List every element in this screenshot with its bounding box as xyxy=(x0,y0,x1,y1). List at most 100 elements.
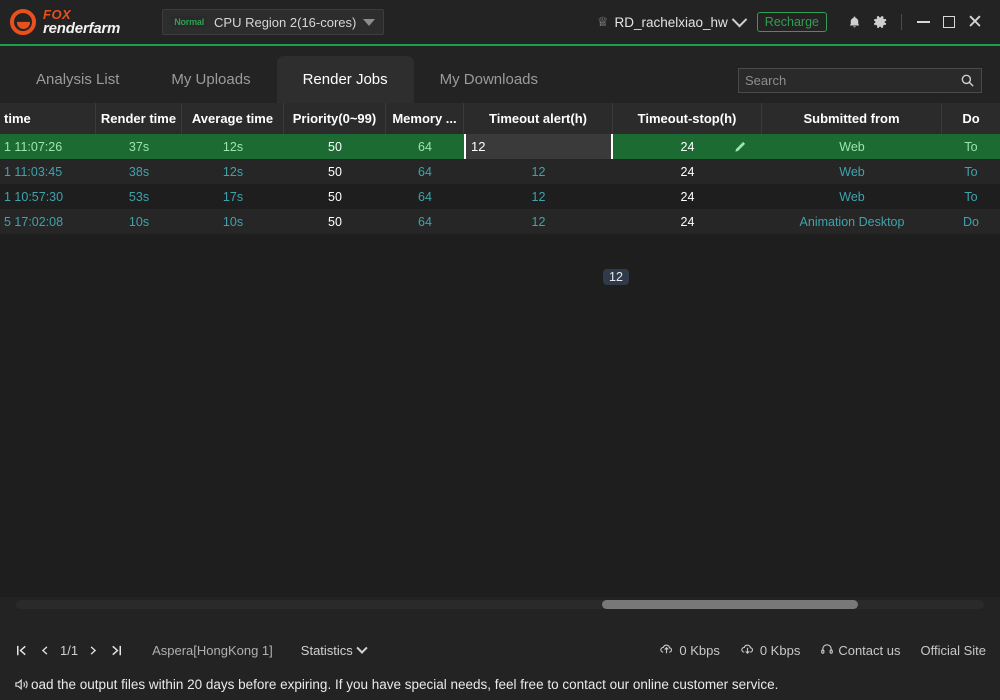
cell-time: 1 10:57:30 xyxy=(4,189,64,204)
cell-memory: 64 xyxy=(418,214,432,229)
region-label: CPU Region 2(16-cores) xyxy=(214,14,357,30)
chevron-down-icon xyxy=(731,11,748,27)
download-rate: 0 Kbps xyxy=(740,642,800,659)
cell-timeout_alert[interactable]: 12 xyxy=(464,184,613,209)
cell-timeout_stop[interactable]: 24 xyxy=(613,159,762,184)
titlebar-right-group: ♕ RD_rachelxiao_hw Recharge ✕ xyxy=(597,9,1000,35)
cell-timeout_stop[interactable]: 24 xyxy=(613,184,762,209)
column-header-time[interactable]: time xyxy=(0,103,96,134)
notifications-bell-icon[interactable] xyxy=(841,9,867,35)
table-row[interactable]: 5 17:02:08 10s 10s 50 64 12 24 Animation Deskto… xyxy=(0,209,1000,234)
tab-my-uploads[interactable]: My Uploads xyxy=(145,56,276,103)
download-rate-value: 0 Kbps xyxy=(759,643,801,658)
column-header-priority[interactable]: Priority(0~99) xyxy=(284,103,386,134)
brand-name-bottom: renderfarm xyxy=(43,19,121,37)
cell-timeout_stop[interactable]: 24 xyxy=(613,209,762,234)
previous-page-icon[interactable] xyxy=(38,643,51,658)
search-box[interactable] xyxy=(738,68,982,93)
close-button[interactable]: ✕ xyxy=(962,9,988,35)
speaker-icon[interactable] xyxy=(14,677,31,692)
table-body: 1 11:07:26 37s 12s 50 64 24 Web To 1 11:03:45 38s… xyxy=(0,134,1000,234)
column-header-do[interactable]: Do xyxy=(942,103,1000,134)
value-tooltip: 12 xyxy=(603,269,629,285)
cell-render_time: 38s xyxy=(128,164,150,179)
cell-priority: 50 xyxy=(328,139,342,154)
crown-icon: ♕ xyxy=(596,14,609,29)
cell-timeout_alert[interactable]: 12 xyxy=(464,209,613,234)
column-header-timeout_stop[interactable]: Timeout-stop(h) xyxy=(613,103,762,134)
app-window: FOX renderfarm Normal CPU Region 2(16-co… xyxy=(0,0,1000,700)
pagination-controls: 1/1 xyxy=(14,643,124,658)
cell-priority: 50 xyxy=(328,214,342,229)
cell-average_time: 12s xyxy=(222,164,244,179)
cell-do: To xyxy=(964,189,978,204)
minimize-icon xyxy=(916,21,930,23)
maximize-button[interactable] xyxy=(936,9,962,35)
transfer-node-label: Aspera[HongKong 1] xyxy=(152,643,273,658)
cell-timeout_alert[interactable]: 12 xyxy=(464,159,613,184)
horizontal-scrollbar[interactable] xyxy=(0,597,1000,612)
official-site-label: Official Site xyxy=(920,643,986,658)
cell-average_time: 12s xyxy=(222,139,244,154)
tab-analysis-list[interactable]: Analysis List xyxy=(10,56,145,103)
cell-memory: 64 xyxy=(418,164,432,179)
recharge-button[interactable]: Recharge xyxy=(756,12,827,32)
cell-do: To xyxy=(964,139,978,154)
search-input[interactable] xyxy=(745,73,960,88)
cell-render_time: 10s xyxy=(128,214,150,229)
download-cloud-icon xyxy=(740,642,755,659)
upload-cloud-icon xyxy=(659,642,674,659)
column-header-average_time[interactable]: Average time xyxy=(182,103,284,134)
next-page-icon[interactable] xyxy=(87,643,100,658)
notice-bar: oad the output files within 20 days befo… xyxy=(0,669,1000,700)
cell-do: Do xyxy=(963,214,979,229)
column-header-memory[interactable]: Memory ... xyxy=(386,103,464,134)
statistics-dropdown[interactable]: Statistics xyxy=(301,642,368,658)
notice-text: oad the output files within 20 days befo… xyxy=(31,677,779,692)
table-row[interactable]: 1 10:57:30 53s 17s 50 64 12 24 Web To xyxy=(0,184,1000,209)
app-logo: FOX renderfarm xyxy=(10,6,121,37)
tab-my-downloads[interactable]: My Downloads xyxy=(414,56,564,103)
cell-render_time: 37s xyxy=(128,139,150,154)
cell-render_time: 53s xyxy=(128,189,150,204)
contact-us-link[interactable]: Contact us xyxy=(820,642,900,659)
titlebar-divider xyxy=(901,14,902,30)
status-bar-right-group: 0 Kbps 0 Kbps Contact us Official Site xyxy=(659,642,986,659)
cell-priority: 50 xyxy=(328,189,342,204)
cell-priority: 50 xyxy=(328,164,342,179)
minimize-button[interactable] xyxy=(910,9,936,35)
scrollbar-thumb[interactable] xyxy=(601,600,859,609)
chevron-down-icon xyxy=(363,18,376,26)
upload-rate: 0 Kbps xyxy=(659,642,720,659)
timeout-alert-edit-input[interactable] xyxy=(464,134,613,159)
user-menu[interactable]: ♕ RD_rachelxiao_hw xyxy=(596,11,748,30)
brand-name-top: FOX xyxy=(43,6,72,22)
search-icon[interactable] xyxy=(960,73,975,88)
cell-submitted_from: Web xyxy=(839,139,865,154)
contact-us-label: Contact us xyxy=(838,643,901,658)
last-page-icon[interactable] xyxy=(109,643,124,658)
fox-logo-icon xyxy=(10,8,36,35)
cell-timeout_alert[interactable] xyxy=(464,134,613,159)
column-header-submitted_from[interactable]: Submitted from xyxy=(762,103,942,134)
tab-render-jobs[interactable]: Render Jobs xyxy=(276,56,414,103)
official-site-link[interactable]: Official Site xyxy=(920,643,986,658)
page-indicator: 1/1 xyxy=(60,643,79,658)
first-page-icon[interactable] xyxy=(14,643,29,658)
column-header-timeout_alert[interactable]: Timeout alert(h) xyxy=(464,103,613,134)
column-header-render_time[interactable]: Render time xyxy=(96,103,182,134)
upload-rate-value: 0 Kbps xyxy=(679,643,720,658)
cell-submitted_from: Web xyxy=(839,189,865,204)
settings-gear-icon[interactable] xyxy=(867,9,893,35)
cpu-region-dropdown[interactable]: Normal CPU Region 2(16-cores) xyxy=(162,9,385,35)
cell-submitted_from: Animation Desktop xyxy=(799,214,905,229)
cell-time: 1 11:03:45 xyxy=(4,164,63,179)
cell-average_time: 10s xyxy=(222,214,244,229)
edit-pencil-icon[interactable] xyxy=(718,134,762,159)
cell-average_time: 17s xyxy=(222,189,244,204)
table-row[interactable]: 1 11:03:45 38s 12s 50 64 12 24 Web To xyxy=(0,159,1000,184)
scrollbar-track[interactable] xyxy=(16,600,984,609)
headset-icon xyxy=(820,642,834,659)
table-row[interactable]: 1 11:07:2637s12s506424WebTo xyxy=(0,134,1000,159)
brand-text: FOX renderfarm xyxy=(43,6,121,37)
